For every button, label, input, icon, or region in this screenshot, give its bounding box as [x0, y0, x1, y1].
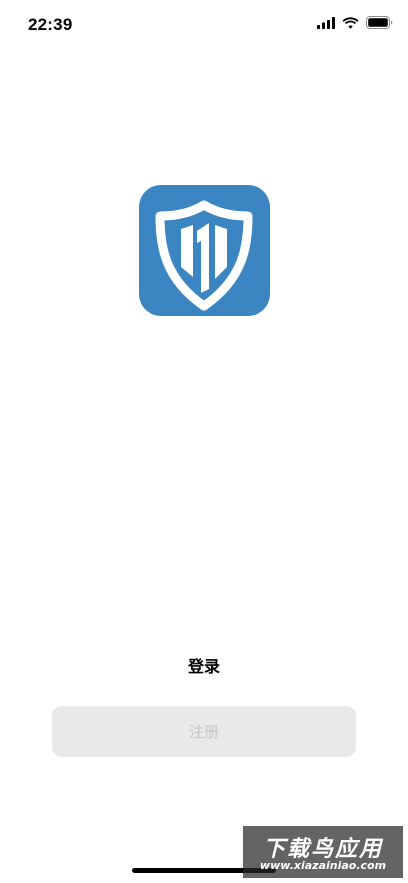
- status-bar: 22:39: [0, 0, 408, 48]
- battery-icon: [366, 16, 393, 29]
- watermark-url: www.xiazainiao.com: [259, 859, 387, 872]
- cellular-signal-icon: [317, 16, 335, 29]
- login-button[interactable]: 登录: [0, 653, 408, 677]
- register-button[interactable]: 注册: [52, 706, 356, 757]
- shield-logo-icon: [155, 200, 253, 311]
- wifi-icon: [342, 16, 359, 29]
- register-button-label: 注册: [188, 723, 219, 741]
- watermark: 下载鸟应用 www.xiazainiao.com: [243, 826, 403, 878]
- app-logo: [139, 185, 270, 316]
- status-time: 22:39: [28, 15, 73, 34]
- status-icons: [317, 16, 393, 29]
